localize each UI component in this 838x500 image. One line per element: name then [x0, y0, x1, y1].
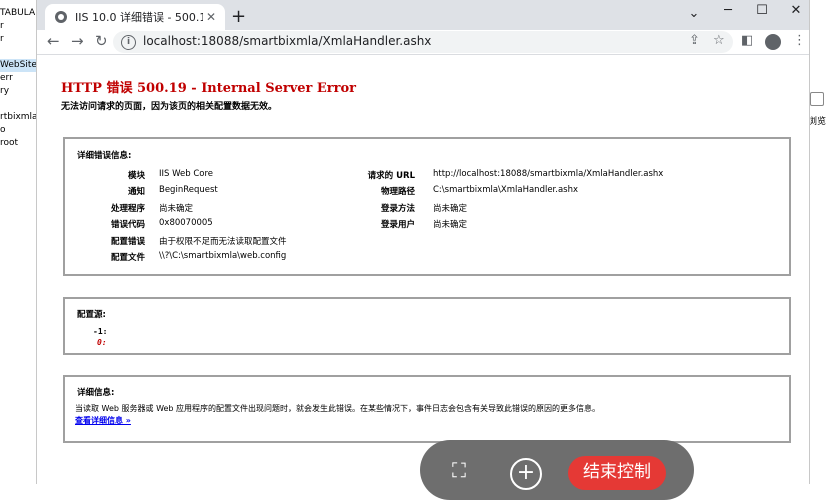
add-icon[interactable]: + — [510, 458, 542, 490]
more-info-box: 详细信息: 当读取 Web 服务器或 Web 应用程序的配置文件出现问题时，就会… — [63, 375, 791, 443]
config-source-heading: 配置源: — [77, 310, 106, 320]
detail-value: 0x80070005 — [159, 218, 213, 228]
bg-item: ry — [0, 86, 10, 96]
detailed-error-heading: 详细错误信息: — [77, 151, 132, 161]
more-info-heading: 详细信息: — [77, 388, 115, 398]
detail-value: BeginRequest — [159, 185, 218, 195]
bg-item: rtbixmla — [0, 112, 38, 122]
menu-kebab-icon[interactable]: ⋮ — [793, 33, 806, 48]
side-panel-icon[interactable]: ◧ — [741, 33, 753, 48]
minimize-button[interactable]: ─ — [711, 3, 745, 33]
config-source-line-error: 0: — [97, 338, 107, 347]
bg-item: r — [0, 34, 4, 44]
new-tab-button[interactable]: + — [231, 6, 246, 27]
detail-label: 模块 — [127, 171, 145, 181]
tab-bar: IIS 10.0 详细错误 - 500.19 - Int ✕ + ⌄ ─ ☐ ✕ — [37, 0, 809, 30]
detail-label: 请求的 URL — [367, 171, 415, 181]
bg-item: r — [0, 21, 4, 31]
close-window-button[interactable]: ✕ — [779, 3, 813, 33]
detail-value: 由于权限不足而无法读取配置文件 — [159, 237, 287, 247]
config-source-box: 配置源: -1: 0: — [63, 297, 791, 355]
detail-value: \\?\C:\smartbixmla\web.config — [159, 251, 287, 261]
bg-item: o — [0, 125, 6, 135]
url-text[interactable]: localhost:18088/smartbixmla/XmlaHandler.… — [143, 34, 431, 48]
error-subtitle: 无法访问请求的页面，因为该页的相关配置数据无效。 — [61, 102, 278, 112]
page-content: HTTP 错误 500.19 - Internal Server Error 无… — [37, 55, 809, 484]
detailed-error-box: 详细错误信息: 模块 IIS Web Core 通知 BeginRequest … — [63, 137, 791, 276]
maximize-button[interactable]: ☐ — [745, 3, 779, 33]
forward-arrow-icon[interactable]: → — [71, 32, 84, 50]
fullscreen-expand-icon[interactable]: ⛶ — [452, 458, 466, 482]
bg-item[interactable]: WebSite — [0, 59, 40, 72]
detail-value: http://localhost:18088/smartbixmla/XmlaH… — [433, 169, 664, 179]
detail-label: 配置文件 — [110, 253, 145, 263]
detail-label: 物理路径 — [380, 187, 415, 197]
globe-icon — [55, 11, 67, 23]
detail-label: 处理程序 — [110, 204, 145, 214]
share-icon[interactable]: ⇪ — [689, 33, 700, 48]
browser-window: IIS 10.0 详细错误 - 500.19 - Int ✕ + ⌄ ─ ☐ ✕… — [36, 0, 810, 484]
config-source-line: -1: — [93, 327, 108, 336]
detail-value: 尚未确定 — [433, 220, 468, 230]
profile-avatar-icon[interactable] — [765, 34, 781, 50]
bg-item: err — [0, 73, 13, 83]
bg-item: root — [0, 138, 19, 148]
detail-value: IIS Web Core — [159, 169, 214, 179]
detail-label: 登录用户 — [380, 220, 415, 230]
remote-control-floating-bar: ⛶ + 结束控制 — [420, 440, 694, 500]
browse-icon[interactable] — [810, 92, 824, 106]
site-info-icon[interactable]: i — [121, 35, 136, 50]
end-control-button[interactable]: 结束控制 — [568, 456, 666, 490]
browse-label[interactable]: 浏览 — [808, 114, 826, 127]
tab-title: IIS 10.0 详细错误 - 500.19 - Int — [75, 11, 203, 24]
back-arrow-icon[interactable]: ← — [47, 32, 60, 50]
tab-iis-error[interactable]: IIS 10.0 详细错误 - 500.19 - Int ✕ — [45, 4, 225, 30]
background-app-sidebar: TABULAR r r WebSite err ry rtbixmla o ro… — [0, 0, 42, 484]
address-bar[interactable]: i localhost:18088/smartbixmla/XmlaHandle… — [113, 31, 733, 53]
tab-close-icon[interactable]: ✕ — [203, 10, 219, 24]
more-info-text: 当读取 Web 服务器或 Web 应用程序的配置文件出现问题时，就会发生此错误。… — [75, 404, 601, 413]
detail-label: 通知 — [127, 187, 145, 197]
detail-label: 登录方法 — [380, 204, 415, 214]
detail-value: C:\smartbixmla\XmlaHandler.ashx — [433, 185, 579, 195]
bg-item: TABULAR — [0, 8, 42, 18]
detail-value: 尚未确定 — [433, 204, 468, 214]
detail-label: 错误代码 — [110, 220, 145, 230]
browser-toolbar: ← → ↻ i localhost:18088/smartbixmla/Xmla… — [37, 30, 809, 55]
bg-item — [0, 46, 40, 59]
reload-icon[interactable]: ↻ — [95, 32, 108, 50]
detail-label: 配置错误 — [110, 237, 145, 247]
bg-item — [0, 98, 40, 111]
detail-value: 尚未确定 — [159, 204, 194, 214]
bookmark-star-icon[interactable]: ☆ — [713, 33, 725, 48]
error-title: HTTP 错误 500.19 - Internal Server Error — [61, 81, 357, 96]
view-more-info-link[interactable]: 查看详细信息 » — [75, 415, 131, 426]
